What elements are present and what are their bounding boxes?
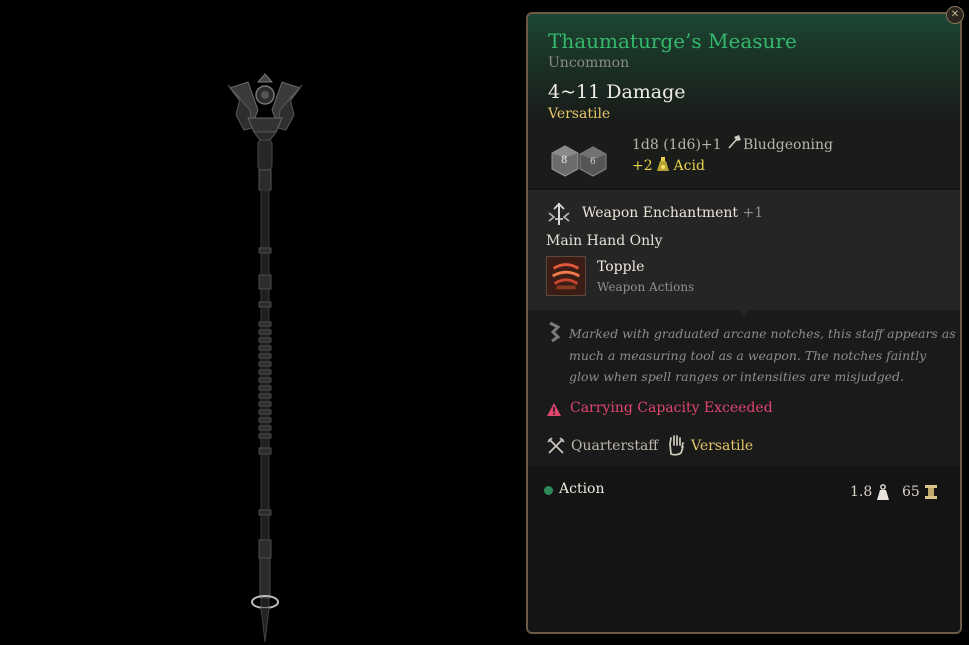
die-face-d6: 6 xyxy=(590,157,596,167)
crossed-weapons-icon xyxy=(547,437,565,454)
versatile-trait: Versatile xyxy=(691,438,754,454)
action-label: Action xyxy=(559,481,605,497)
lore-scroll-icon xyxy=(549,322,561,342)
hand-icon xyxy=(669,435,684,456)
warning-icon xyxy=(547,403,561,416)
item-description: Marked with graduated arcane notches, th… xyxy=(569,326,956,384)
item-value: 65 xyxy=(902,484,920,500)
item-weight: 1.8 xyxy=(850,484,873,500)
weapon-damage-line: 1d8 (1d6)+1 Bludgeoning xyxy=(632,135,833,153)
damage-range: 4~11 Damage xyxy=(548,81,686,103)
bonus-damage-type: Acid xyxy=(673,158,705,174)
weapon-type: Quarterstaff xyxy=(571,438,659,454)
topple-action-category: Weapon Actions xyxy=(597,280,695,294)
hammer-icon xyxy=(728,135,742,153)
section-notch xyxy=(738,310,750,317)
main-hand-restriction: Main Hand Only xyxy=(546,233,663,249)
carrying-capacity-warning: Carrying Capacity Exceeded xyxy=(570,400,773,416)
versatile-property-tag: Versatile xyxy=(548,106,611,122)
weapon-enchantment-icon xyxy=(548,202,570,225)
topple-action-icon[interactable] xyxy=(546,256,586,296)
gold-icon xyxy=(925,485,937,499)
item-rarity: Uncommon xyxy=(548,55,630,71)
bonus-damage-amount: +2 xyxy=(632,158,653,174)
bonus-damage-line: +2 Acid xyxy=(632,157,705,176)
damage-type: Bludgeoning xyxy=(743,137,833,153)
weight-icon xyxy=(877,484,889,500)
die-face-d8: 8 xyxy=(561,155,568,166)
enchantment-label: Weapon Enchantment xyxy=(582,205,739,221)
enchantment-bonus: +1 xyxy=(742,205,764,221)
item-artwork-staff xyxy=(227,73,303,643)
dice-icon xyxy=(551,145,607,177)
item-name: Thaumaturge’s Measure xyxy=(548,29,797,53)
damage-dice: 1d8 (1d6)+1 xyxy=(632,137,722,153)
section-notch xyxy=(738,182,750,189)
close-icon[interactable]: ✕ xyxy=(946,6,964,24)
topple-action-name[interactable]: Topple xyxy=(597,259,644,275)
acid-flask-icon xyxy=(657,157,670,176)
enchantment-name: Weapon Enchantment +1 xyxy=(582,205,763,221)
action-indicator-dot xyxy=(544,486,553,495)
item-tooltip-panel: Thaumaturge’s Measure Uncommon 4~11 Dama… xyxy=(526,12,962,634)
